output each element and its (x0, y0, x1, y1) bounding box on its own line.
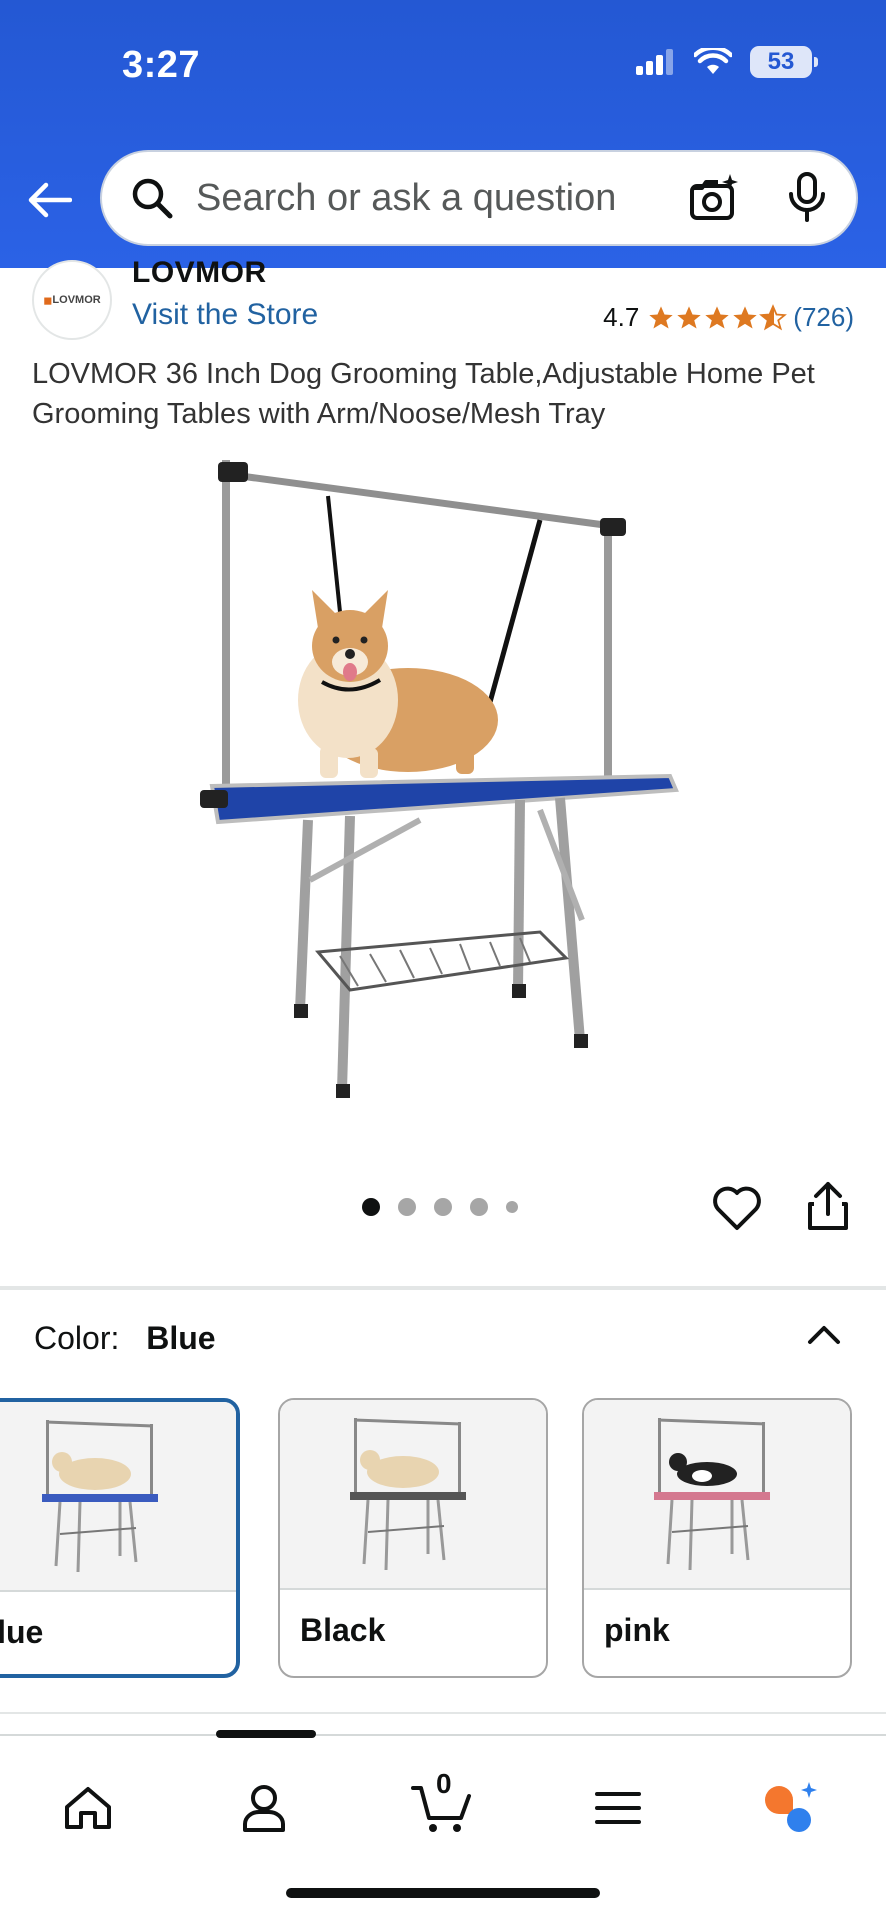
wifi-icon (694, 48, 732, 74)
nav-home[interactable] (56, 1776, 120, 1840)
rating-value: 4.7 (603, 302, 640, 332)
status-icons: 53 (636, 46, 818, 78)
star-icon (649, 305, 673, 328)
rating-summary[interactable]: 4.7 (726) (603, 302, 854, 333)
swatch-thumbnail (0, 1402, 236, 1592)
swatch-thumbnail (280, 1400, 546, 1590)
bottom-nav: 0 (0, 1730, 886, 1920)
battery-level: 53 (767, 48, 795, 75)
back-button[interactable] (24, 178, 76, 222)
brand-name: LOVMOR (132, 256, 267, 289)
star-icon (705, 305, 729, 328)
carousel-dot[interactable] (506, 1201, 518, 1213)
star-rating (647, 303, 788, 332)
home-icon (65, 1787, 111, 1829)
share-icon[interactable] (806, 1180, 850, 1232)
rufus-icon (765, 1782, 817, 1832)
color-option-name: Black (300, 1612, 386, 1648)
heart-icon[interactable] (712, 1184, 762, 1232)
store-logo-mark: ◼ (43, 294, 53, 307)
image-carousel-dots[interactable] (362, 1198, 518, 1216)
store-logo[interactable]: ◼ LOVMOR (32, 260, 112, 340)
carousel-dot[interactable] (398, 1198, 416, 1216)
color-option-name: pink (604, 1612, 670, 1648)
star-icon (733, 305, 757, 328)
half-star-icon (759, 303, 788, 330)
account-icon (243, 1785, 285, 1832)
search-icon (132, 178, 173, 219)
section-divider (0, 1286, 886, 1290)
rating-count: (726) (793, 302, 854, 332)
star-icon (677, 305, 701, 328)
product-image[interactable] (200, 450, 680, 1110)
active-tab-indicator (216, 1730, 316, 1738)
signal-icon (636, 49, 673, 75)
store-logo-text: LOVMOR (52, 294, 101, 306)
search-input[interactable] (196, 176, 688, 220)
menu-icon (595, 1792, 641, 1824)
color-option-pink[interactable]: pink (582, 1398, 852, 1678)
color-selector-header[interactable]: Color: Blue (34, 1320, 216, 1357)
back-arrow-icon (28, 182, 72, 218)
visit-store-link[interactable]: Visit the Store (132, 298, 318, 332)
color-label: Color: (34, 1320, 120, 1356)
home-indicator (286, 1888, 600, 1898)
swatch-color-bar (42, 1494, 158, 1502)
color-option-name: Blue (0, 1614, 44, 1650)
nav-menu[interactable] (586, 1776, 650, 1840)
swatch-thumbnail (584, 1400, 850, 1590)
status-time: 3:27 (122, 44, 201, 86)
product-title: LOVMOR 36 Inch Dog Grooming Table,Adjust… (32, 358, 815, 430)
carousel-dot[interactable] (362, 1198, 380, 1216)
nav-account[interactable] (232, 1776, 296, 1840)
carousel-dot[interactable] (434, 1198, 452, 1216)
section-divider (0, 1712, 886, 1714)
nav-rufus[interactable] (760, 1776, 824, 1840)
color-option-black[interactable]: Black (278, 1398, 548, 1678)
microphone-icon[interactable] (786, 172, 828, 224)
camera-icon[interactable] (688, 172, 740, 224)
cart-count: 0 (436, 1768, 452, 1799)
header: 3:27 53 (0, 0, 886, 268)
search-bar[interactable] (100, 150, 858, 246)
chevron-up-icon[interactable] (804, 1318, 844, 1350)
nav-cart[interactable]: 0 (410, 1768, 474, 1840)
color-option-blue[interactable]: Blue (0, 1398, 240, 1678)
color-selected-value: Blue (146, 1320, 216, 1356)
carousel-dot[interactable] (470, 1198, 488, 1216)
battery-icon: 53 (750, 46, 818, 78)
